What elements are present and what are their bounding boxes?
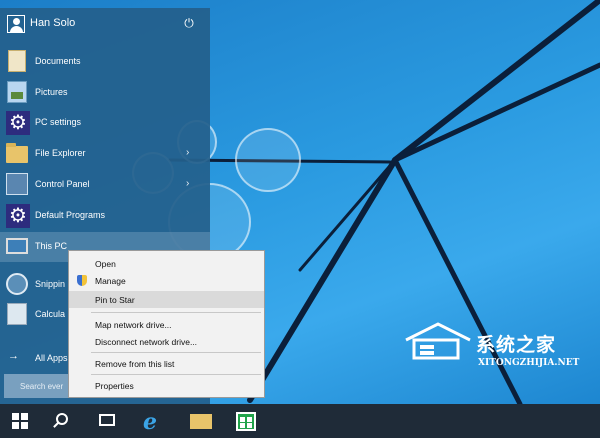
taskbar: e xyxy=(0,404,600,438)
chevron-right-icon[interactable]: › xyxy=(186,147,189,158)
internet-explorer-icon: e xyxy=(143,409,157,435)
start-item-label: Documents xyxy=(35,56,81,66)
user-header[interactable]: Han Solo ⏻ xyxy=(0,8,210,38)
watermark: 系统之家 XITONGZHIJIA.NET xyxy=(402,320,600,378)
menu-item-label: Properties xyxy=(95,381,134,391)
watermark-logo-icon xyxy=(405,322,471,360)
menu-item-open[interactable]: Open xyxy=(69,255,264,272)
menu-item-pin-to-start[interactable]: Pin to Star xyxy=(69,291,264,308)
start-item-file-explorer[interactable]: File Explorer › xyxy=(0,139,210,169)
start-windows-icon xyxy=(12,413,28,429)
user-icon[interactable] xyxy=(7,15,25,33)
pictures-folder-icon xyxy=(6,81,30,105)
user-name[interactable]: Han Solo xyxy=(30,17,75,29)
menu-separator xyxy=(91,312,261,313)
menu-item-label: Disconnect network drive... xyxy=(95,337,198,347)
store-button[interactable] xyxy=(228,404,264,438)
start-item-pictures[interactable]: Pictures xyxy=(0,78,210,108)
task-view-button[interactable] xyxy=(89,404,125,438)
arrow-right-icon: → xyxy=(8,350,19,362)
watermark-title: 系统之家 xyxy=(476,334,557,356)
file-explorer-icon xyxy=(190,414,212,429)
start-item-label: Control Panel xyxy=(35,179,90,189)
chevron-right-icon[interactable]: › xyxy=(186,178,189,189)
calculator-icon xyxy=(6,303,30,327)
internet-explorer-button[interactable]: e xyxy=(134,404,170,438)
context-menu: Open Manage Pin to Star Map network driv… xyxy=(68,250,265,398)
menu-item-properties[interactable]: Properties xyxy=(69,377,264,394)
start-item-control-panel[interactable]: Control Panel › xyxy=(0,170,210,200)
search-icon xyxy=(56,413,68,425)
menu-item-remove-from-list[interactable]: Remove from this list xyxy=(69,355,264,372)
menu-separator xyxy=(91,352,261,353)
start-button[interactable] xyxy=(0,404,36,438)
control-panel-icon xyxy=(6,173,30,197)
documents-folder-icon xyxy=(6,50,30,74)
menu-item-manage[interactable]: Manage xyxy=(69,272,264,289)
start-item-label: PC settings xyxy=(35,117,82,127)
task-view-icon xyxy=(99,414,115,426)
gear-icon: ⚙ xyxy=(6,111,30,135)
start-item-label: Pictures xyxy=(35,87,68,97)
search-placeholder: Search ever xyxy=(20,382,64,391)
menu-item-label: Pin to Star xyxy=(95,295,135,305)
start-item-pc-settings[interactable]: ⚙ PC settings xyxy=(0,108,210,138)
menu-item-disconnect-network-drive[interactable]: Disconnect network drive... xyxy=(69,333,264,350)
start-item-default-programs[interactable]: ⚙ Default Programs xyxy=(0,201,210,231)
menu-item-label: Remove from this list xyxy=(95,359,175,369)
store-icon xyxy=(236,412,256,431)
menu-item-map-network-drive[interactable]: Map network drive... xyxy=(69,316,264,333)
this-pc-icon xyxy=(6,235,30,259)
file-explorer-button[interactable] xyxy=(182,404,218,438)
gear-icon: ⚙ xyxy=(6,204,30,228)
menu-item-label: Manage xyxy=(95,276,126,286)
start-item-label: This PC xyxy=(35,241,68,251)
power-icon[interactable]: ⏻ xyxy=(181,15,197,31)
menu-separator xyxy=(91,374,261,375)
start-item-documents[interactable]: Documents xyxy=(0,47,210,77)
search-button[interactable] xyxy=(44,404,80,438)
menu-item-label: Open xyxy=(95,259,116,269)
snipping-tool-icon xyxy=(6,273,30,297)
shield-icon xyxy=(77,275,87,286)
menu-item-label: Map network drive... xyxy=(95,320,172,330)
start-item-label: Snippin xyxy=(35,279,66,289)
start-item-label: Calcula xyxy=(35,309,66,319)
all-apps-label: All Apps xyxy=(35,353,68,363)
file-explorer-icon xyxy=(6,142,30,166)
start-item-label: Default Programs xyxy=(35,210,106,220)
start-item-label: File Explorer xyxy=(35,148,86,158)
touch-circle-right xyxy=(235,128,301,192)
watermark-subtitle: XITONGZHIJIA.NET xyxy=(478,358,580,368)
